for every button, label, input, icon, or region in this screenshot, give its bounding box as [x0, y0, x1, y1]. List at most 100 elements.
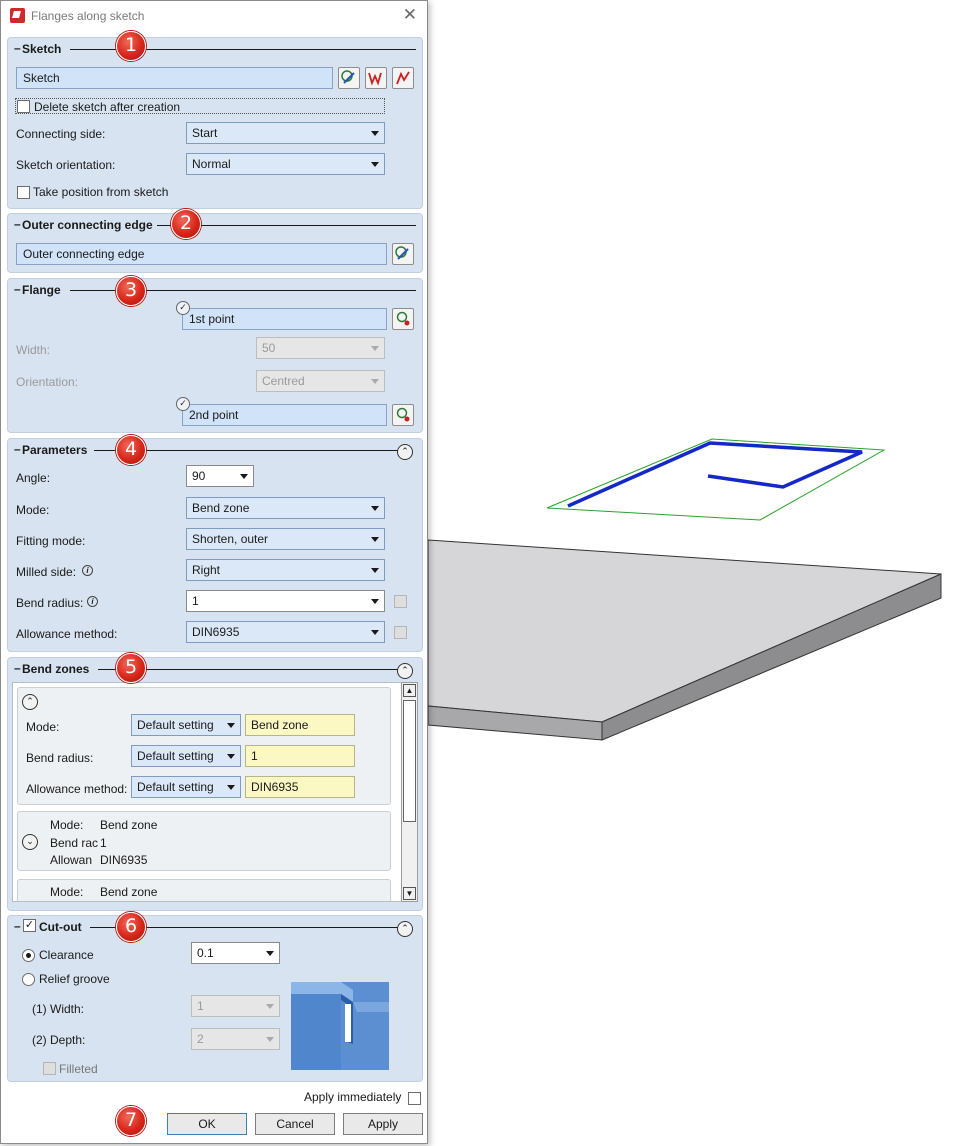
scroll-thumb[interactable]	[403, 700, 416, 822]
take-position-label: Take position from sketch	[33, 185, 169, 199]
bend-zones-scrollbar[interactable]: ▲ ▼	[401, 682, 418, 902]
sketch-panel-title: Sketch	[22, 42, 62, 56]
clearance-select[interactable]: 0.1	[191, 942, 280, 964]
outer-edge-panel-header[interactable]: – Outer connecting edge	[12, 216, 416, 234]
cutout-panel-title: Cut-out	[39, 920, 82, 934]
bz-mode-value[interactable]: Bend zone	[245, 714, 355, 736]
callout-badge-2: 2	[171, 209, 201, 239]
pick-second-point-icon[interactable]	[392, 404, 414, 426]
second-point-field[interactable]: 2nd point	[182, 404, 387, 426]
collapse-icon[interactable]: ⌃	[397, 663, 413, 679]
mode-select[interactable]: Bend zone	[186, 497, 385, 519]
chevron-down-icon	[227, 754, 235, 759]
expand-icon[interactable]: ⌄	[22, 834, 38, 850]
flanges-dialog: Flanges along sketch ✕ – Sketch Sketch D…	[0, 0, 428, 1144]
parameters-panel-header[interactable]: – Parameters	[12, 441, 416, 459]
callout-badge-7: 7	[116, 1106, 146, 1136]
flange-panel-header[interactable]: – Flange	[12, 281, 416, 299]
bend-radius-select[interactable]: 1	[186, 590, 385, 612]
sketch-line-icon[interactable]	[392, 67, 414, 89]
bend-zone-item-collapsed[interactable]: Mode: Bend zone	[17, 879, 391, 901]
chevron-down-icon	[371, 346, 379, 351]
outer-edge-field[interactable]: Outer connecting edge	[16, 243, 387, 265]
filleted-label: Filleted	[59, 1062, 98, 1076]
callout-badge-5: 5	[116, 653, 146, 683]
relief-width-select: 1	[191, 995, 280, 1017]
relief-width-label: (1) Width:	[32, 1002, 85, 1016]
bz-allowance-value[interactable]: DIN6935	[245, 776, 355, 798]
angle-label: Angle:	[16, 471, 51, 485]
bz-allowance-label: Allowance method:	[26, 782, 128, 796]
collapse-icon[interactable]: ⌃	[397, 444, 413, 460]
bz-allowance-select[interactable]: Default setting	[131, 776, 241, 798]
take-position-checkbox[interactable]	[17, 186, 30, 199]
bz-mode-select[interactable]: Default setting	[131, 714, 241, 736]
checkmark-icon: ✓	[176, 301, 190, 315]
allowance-method-checkbox[interactable]	[394, 626, 407, 639]
clearance-label: Clearance	[39, 948, 94, 962]
cutout-checkbox[interactable]: ✓	[23, 919, 36, 932]
bend-zones-list[interactable]: ⌃ Mode: Default setting Bend zone Bend r…	[12, 682, 402, 902]
select-sketch-icon[interactable]	[338, 67, 360, 89]
callout-badge-1: 1	[116, 31, 146, 61]
relief-depth-select: 2	[191, 1028, 280, 1050]
filleted-checkbox	[43, 1062, 56, 1075]
width-select: 50	[256, 337, 385, 359]
scroll-up-icon[interactable]: ▲	[403, 684, 416, 697]
chevron-down-icon	[371, 599, 379, 604]
summary-mode-key: Mode:	[50, 818, 84, 832]
relief-groove-radio[interactable]	[22, 973, 35, 986]
bend-zones-panel-title: Bend zones	[22, 662, 90, 676]
chevron-down-icon	[371, 131, 379, 136]
sketch-field[interactable]: Sketch	[16, 67, 333, 89]
clearance-radio[interactable]	[22, 949, 35, 962]
select-edge-icon[interactable]	[392, 243, 414, 265]
sketch-edit-icon[interactable]	[365, 67, 387, 89]
bz-radius-value[interactable]: 1	[245, 745, 355, 767]
cancel-button[interactable]: Cancel	[255, 1113, 335, 1135]
apply-immediately-label: Apply immediately	[304, 1090, 402, 1104]
fitting-mode-select[interactable]: Shorten, outer	[186, 528, 385, 550]
sketch-panel-header[interactable]: – Sketch	[12, 40, 416, 58]
sketch-panel: – Sketch Sketch Delete sketch after crea…	[7, 37, 423, 209]
milled-side-select[interactable]: Right	[186, 559, 385, 581]
callout-badge-3: 3	[116, 276, 146, 306]
relief-groove-label: Relief groove	[39, 972, 110, 986]
apply-button[interactable]: Apply	[343, 1113, 423, 1135]
scroll-down-icon[interactable]: ▼	[403, 887, 416, 900]
bend-zone-item-collapsed[interactable]: ⌄ Mode: Bend zone Bend rac 1 Allowan DIN…	[17, 811, 391, 871]
parameters-panel-title: Parameters	[22, 443, 88, 457]
close-icon[interactable]: ✕	[403, 6, 417, 23]
summary-allowance-key: Allowan	[50, 853, 93, 867]
bend-zones-panel-header[interactable]: – Bend zones	[12, 660, 416, 678]
cutout-panel-header[interactable]: – ✓ Cut-out	[12, 918, 416, 936]
summary-radius-key: Bend rac	[50, 836, 99, 850]
bend-radius-checkbox[interactable]	[394, 595, 407, 608]
first-point-field[interactable]: 1st point	[182, 308, 387, 330]
pick-first-point-icon[interactable]	[392, 308, 414, 330]
bz-radius-label: Bend radius:	[26, 751, 94, 765]
checkmark-icon: ✓	[176, 397, 190, 411]
delete-sketch-checkbox[interactable]	[17, 100, 30, 113]
bz-mode-label: Mode:	[26, 720, 60, 734]
allowance-method-select[interactable]: DIN6935	[186, 621, 385, 643]
collapse-icon[interactable]: ⌃	[397, 921, 413, 937]
ok-button[interactable]: OK	[167, 1113, 247, 1135]
summary-allowance-value: DIN6935	[100, 853, 148, 867]
apply-immediately-checkbox[interactable]	[408, 1092, 421, 1105]
allowance-method-label: Allowance method:	[16, 627, 118, 641]
chevron-down-icon	[371, 506, 379, 511]
app-icon	[10, 8, 25, 23]
bz-radius-select[interactable]: Default setting	[131, 745, 241, 767]
delete-sketch-option[interactable]: Delete sketch after creation	[15, 98, 385, 114]
sketch-orientation-select[interactable]: Normal	[186, 153, 385, 175]
angle-select[interactable]: 90	[186, 465, 254, 487]
cutout-preview-image	[291, 982, 389, 1070]
outer-edge-panel-title: Outer connecting edge	[22, 218, 153, 232]
info-icon[interactable]: i	[87, 596, 98, 607]
info-icon[interactable]: i	[82, 565, 93, 576]
collapse-icon[interactable]: ⌃	[22, 694, 38, 710]
chevron-down-icon	[371, 568, 379, 573]
connecting-side-select[interactable]: Start	[186, 122, 385, 144]
chevron-down-icon	[227, 723, 235, 728]
